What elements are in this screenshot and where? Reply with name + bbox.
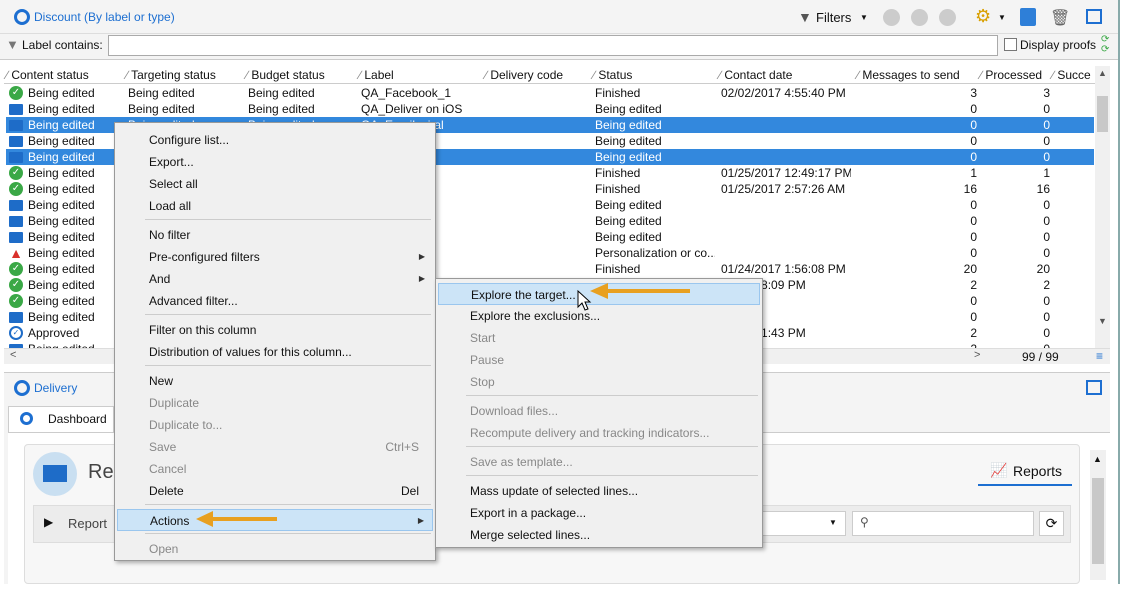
arrow-actions (196, 511, 277, 527)
mouse-cursor-icon (577, 289, 592, 311)
annotation-arrows (196, 283, 690, 527)
arrow-explore-target (590, 283, 690, 299)
